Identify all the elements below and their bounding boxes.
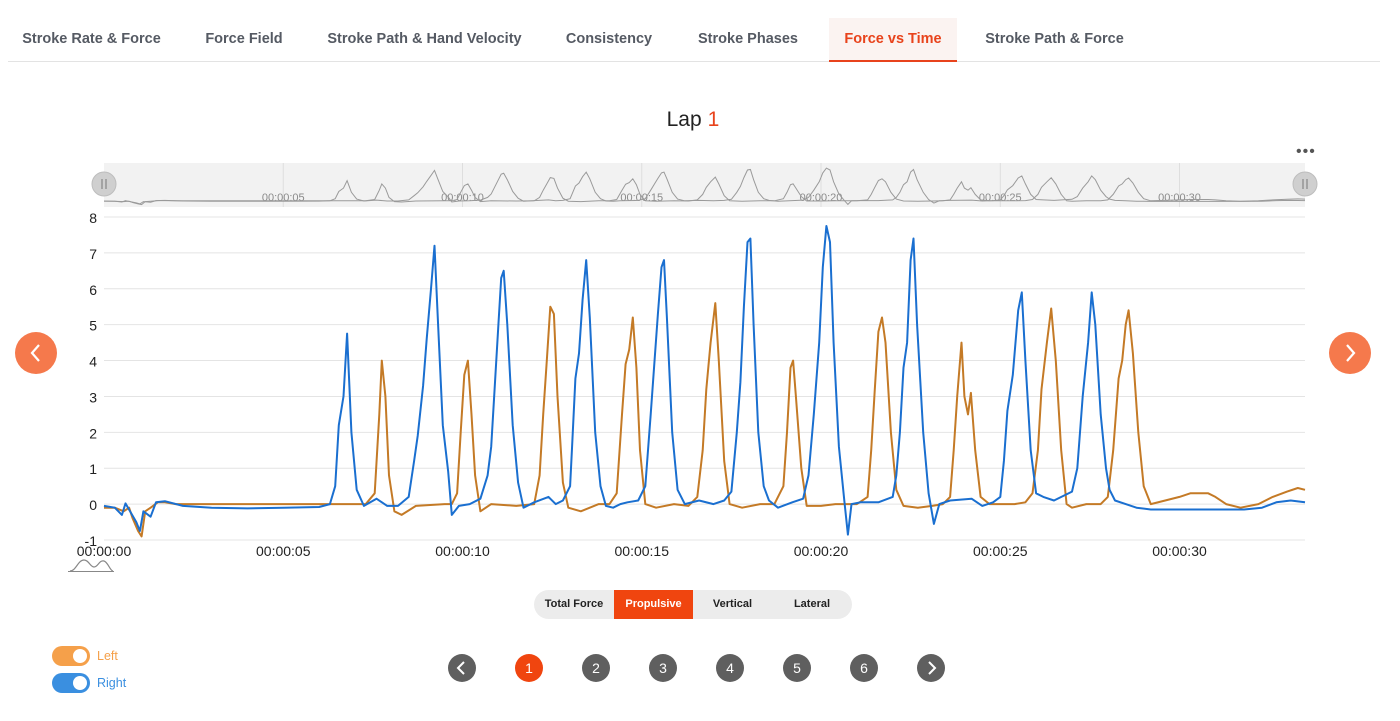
left-toggle-label: Left — [97, 649, 118, 663]
tab-stroke-path-force[interactable]: Stroke Path & Force — [972, 18, 1137, 62]
lap-number: 1 — [707, 108, 720, 131]
page-1-button[interactable]: 1 — [515, 654, 543, 682]
page-6-button[interactable]: 6 — [850, 654, 878, 682]
pagination-prev-button[interactable] — [448, 654, 476, 682]
chart-grid — [104, 216, 1305, 541]
tab-force-vs-time[interactable]: Force vs Time — [829, 18, 957, 62]
tab-consistency[interactable]: Consistency — [550, 18, 668, 62]
mode-vertical[interactable]: Vertical — [693, 590, 772, 619]
mode-propulsive[interactable]: Propulsive — [614, 590, 693, 619]
x-tick-label: 00:00:15 — [615, 543, 670, 559]
navigator-label: 00:00:30 — [1158, 192, 1201, 204]
x-tick-label: 00:00:10 — [435, 543, 490, 559]
tab-stroke-rate-force[interactable]: Stroke Rate & Force — [8, 18, 175, 62]
next-lap-button[interactable] — [1329, 332, 1371, 374]
chevron-right-icon — [928, 661, 937, 675]
navigator-label: 00:00:05 — [262, 192, 305, 204]
left-toggle-row: Left — [52, 646, 118, 666]
x-tick-label: 00:00:20 — [794, 543, 849, 559]
x-tick-label: 00:00:30 — [1152, 543, 1207, 559]
x-axis: 00:00:00 00:00:05 00:00:10 00:00:15 00:00:20… — [77, 543, 1207, 559]
mode-lateral[interactable]: Lateral — [772, 590, 852, 619]
chevron-left-icon — [456, 661, 465, 675]
navigator-label: 00:00:20 — [800, 192, 843, 204]
tab-stroke-phases[interactable]: Stroke Phases — [684, 18, 812, 62]
left-toggle[interactable] — [52, 646, 90, 666]
y-tick-label: 7 — [89, 246, 97, 262]
y-tick-label: 3 — [89, 389, 97, 405]
reset-zoom-icon[interactable] — [68, 559, 114, 572]
page-4-button[interactable]: 4 — [716, 654, 744, 682]
y-tick-label: 2 — [89, 425, 97, 441]
handle-knob — [1292, 171, 1318, 197]
right-toggle[interactable] — [52, 673, 90, 693]
handle-knob — [91, 171, 117, 197]
y-axis: -1012345678 — [85, 210, 98, 549]
x-tick-label: 00:00:05 — [256, 543, 311, 559]
force-component-selector: Total Force Propulsive Vertical Lateral — [534, 590, 852, 619]
navigator-left-handle[interactable] — [91, 171, 117, 197]
y-tick-label: 0 — [89, 497, 97, 513]
navigator-label: 00:00:15 — [620, 192, 663, 204]
tab-force-field[interactable]: Force Field — [190, 18, 298, 62]
range-navigator[interactable]: 00:00:05 00:00:10 00:00:15 00:00:20 00:00:25… — [91, 163, 1318, 207]
mode-total-force[interactable]: Total Force — [534, 590, 614, 619]
x-tick-label: 00:00:00 — [77, 543, 132, 559]
chevron-left-icon — [30, 344, 40, 362]
lap-label: Lap — [666, 108, 702, 131]
pagination-next-button[interactable] — [917, 654, 945, 682]
navigator-label: 00:00:10 — [441, 192, 484, 204]
previous-lap-button[interactable] — [15, 332, 57, 374]
right-toggle-label: Right — [97, 676, 127, 690]
chart-series — [103, 225, 1306, 538]
series-line-right — [103, 225, 1306, 536]
y-tick-label: 8 — [89, 210, 97, 226]
right-toggle-row: Right — [52, 673, 126, 693]
tab-stroke-path-hand-velocity[interactable]: Stroke Path & Hand Velocity — [314, 18, 535, 62]
page-3-button[interactable]: 3 — [649, 654, 677, 682]
y-tick-label: 5 — [89, 318, 97, 334]
x-tick-label: 00:00:25 — [973, 543, 1028, 559]
page-2-button[interactable]: 2 — [582, 654, 610, 682]
y-tick-label: 4 — [89, 354, 97, 370]
navigator-right-handle[interactable] — [1292, 171, 1318, 197]
y-tick-label: 6 — [89, 282, 97, 298]
y-tick-label: 1 — [89, 461, 97, 477]
navigator-label: 00:00:25 — [979, 192, 1022, 204]
chevron-right-icon — [1346, 344, 1356, 362]
tab-bar: Stroke Rate & Force Force Field Stroke P… — [8, 18, 1380, 62]
force-time-chart: 00:00:05 00:00:10 00:00:15 00:00:20 00:00:25… — [68, 163, 1318, 572]
page-5-button[interactable]: 5 — [783, 654, 811, 682]
lap-title: Lap 1 — [0, 108, 1386, 132]
